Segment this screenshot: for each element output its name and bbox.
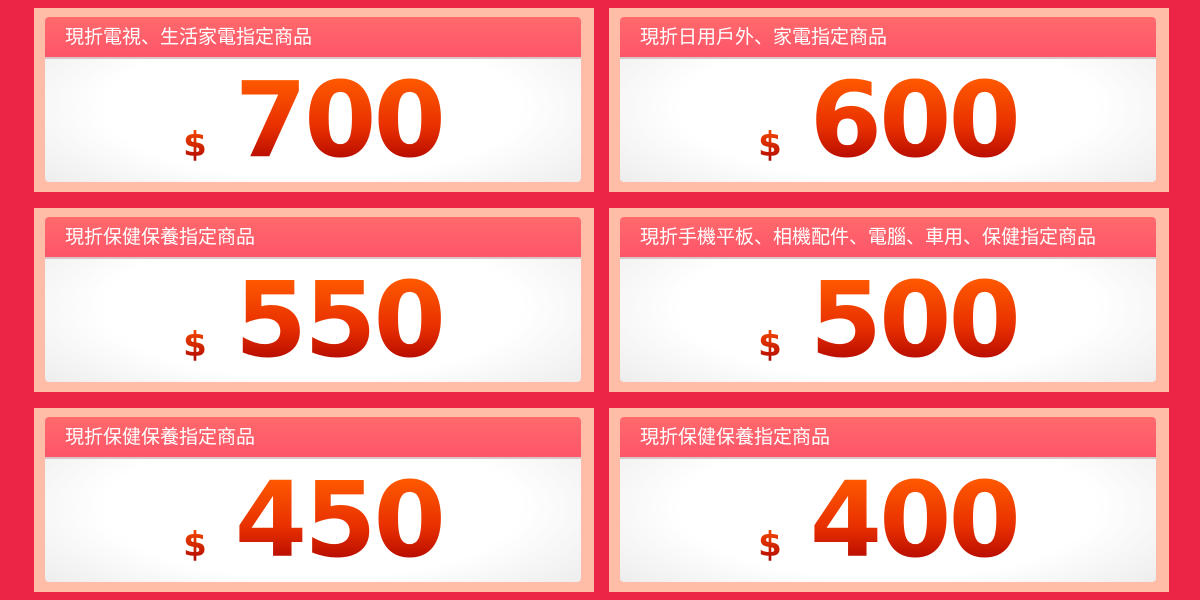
coupon-amount: $400	[620, 459, 1156, 582]
coupon-title: 現折手機平板、相機配件、電腦、車用、保健指定商品	[620, 217, 1156, 259]
coupon-400[interactable]: 現折保健保養指定商品 $400	[609, 408, 1169, 592]
coupon-title: 現折保健保養指定商品	[45, 417, 581, 459]
coupon-card[interactable]: 現折保健保養指定商品 $450	[45, 417, 581, 582]
coupon-600[interactable]: 現折日用戶外、家電指定商品 $600	[609, 8, 1169, 192]
amount-value: 500	[809, 259, 1021, 381]
amount-value: 450	[234, 459, 446, 581]
currency-symbol: $	[183, 125, 207, 165]
coupon-700[interactable]: 現折電視、生活家電指定商品 $700	[34, 8, 594, 192]
amount-value: 550	[234, 259, 446, 381]
currency-symbol: $	[183, 325, 207, 365]
amount-value: 700	[234, 59, 446, 181]
amount-value: 400	[809, 459, 1021, 581]
coupon-card[interactable]: 現折手機平板、相機配件、電腦、車用、保健指定商品 $500	[620, 217, 1156, 382]
coupon-450[interactable]: 現折保健保養指定商品 $450	[34, 408, 594, 592]
coupon-amount: $450	[45, 459, 581, 582]
coupon-550[interactable]: 現折保健保養指定商品 $550	[34, 208, 594, 392]
coupon-card[interactable]: 現折日用戶外、家電指定商品 $600	[620, 17, 1156, 182]
coupon-card[interactable]: 現折保健保養指定商品 $550	[45, 217, 581, 382]
currency-symbol: $	[183, 525, 207, 565]
currency-symbol: $	[758, 325, 782, 365]
coupon-title: 現折保健保養指定商品	[45, 217, 581, 259]
coupon-title: 現折日用戶外、家電指定商品	[620, 17, 1156, 59]
currency-symbol: $	[758, 525, 782, 565]
amount-value: 600	[809, 59, 1021, 181]
coupon-title: 現折電視、生活家電指定商品	[45, 17, 581, 59]
coupon-amount: $500	[620, 259, 1156, 382]
coupon-amount: $600	[620, 59, 1156, 182]
coupon-amount: $550	[45, 259, 581, 382]
coupon-title: 現折保健保養指定商品	[620, 417, 1156, 459]
coupon-amount: $700	[45, 59, 581, 182]
currency-symbol: $	[758, 125, 782, 165]
coupon-card[interactable]: 現折保健保養指定商品 $400	[620, 417, 1156, 582]
coupon-500[interactable]: 現折手機平板、相機配件、電腦、車用、保健指定商品 $500	[609, 208, 1169, 392]
coupon-card[interactable]: 現折電視、生活家電指定商品 $700	[45, 17, 581, 182]
